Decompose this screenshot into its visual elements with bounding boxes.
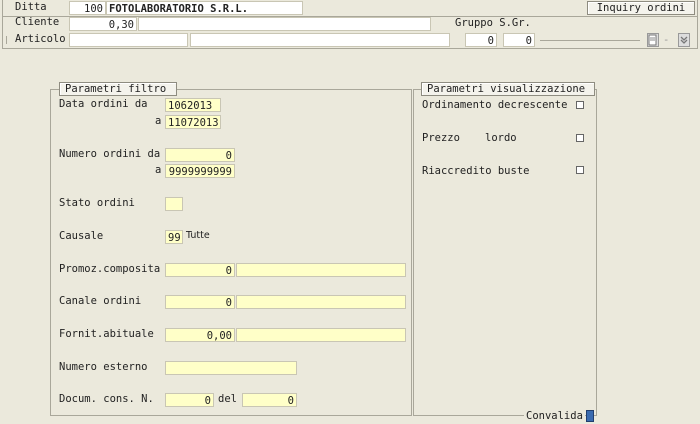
data-da-field[interactable]: 1062013 <box>165 98 221 112</box>
del-date-field[interactable]: 0 <box>242 393 297 407</box>
cliente-label: Cliente <box>15 16 60 28</box>
stato-ordini-label: Stato ordini <box>59 197 135 209</box>
data-ordini-label: Data ordini da <box>59 98 148 110</box>
canale-ordini-label: Canale ordini <box>59 295 142 307</box>
separator-dash-icon: - <box>663 34 670 46</box>
cliente-name-field <box>138 17 431 31</box>
docum-cons-label: Docum. cons. N. <box>59 393 154 405</box>
fornit-abituale-label: Fornit.abituale <box>59 328 154 340</box>
ditta-code-field[interactable]: 100 <box>69 1 106 15</box>
convalida-label: Convalida <box>524 409 585 423</box>
numero-a-field[interactable]: 9999999999 <box>165 164 235 178</box>
convalida-button[interactable] <box>586 410 594 422</box>
ditta-name-field: FOTOLABORATORIO S.R.L. <box>106 1 303 15</box>
double-chevron-down-icon[interactable] <box>678 33 690 47</box>
ordinamento-checkbox[interactable] <box>576 101 584 109</box>
promoz-composita-field[interactable]: 0 <box>165 263 235 277</box>
gruppo-label: Gruppo S.Gr. <box>455 17 531 29</box>
prezzo-label: Prezzo <box>422 132 460 144</box>
numero-esterno-field[interactable] <box>165 361 297 375</box>
numero-a-label: a <box>155 164 162 176</box>
causale-field[interactable]: 99 <box>165 230 183 244</box>
articolo-code-field[interactable] <box>69 33 188 47</box>
gruppo-field[interactable]: 0 <box>465 33 497 47</box>
promoz-composita-label: Promoz.composita <box>59 263 161 275</box>
filter-panel-title: Parametri filtro <box>59 82 177 96</box>
ditta-label: Ditta <box>15 1 47 13</box>
inquiry-ordini-button[interactable]: Inquiry ordini <box>587 1 695 15</box>
document-icon[interactable] <box>647 33 659 47</box>
riaccredito-checkbox[interactable] <box>576 166 584 174</box>
promoz-composita-desc <box>236 263 406 277</box>
docum-cons-field[interactable]: 0 <box>165 393 214 407</box>
canale-ordini-desc <box>236 295 406 309</box>
del-label: del <box>218 393 237 405</box>
articolo-desc-field <box>190 33 450 47</box>
data-a-field[interactable]: 11072013 <box>165 115 221 129</box>
numero-da-field[interactable]: 0 <box>165 148 235 162</box>
numero-ordini-label: Numero ordini da <box>59 148 161 160</box>
causale-label: Causale <box>59 230 104 242</box>
data-a-label: a <box>155 115 162 127</box>
fornit-abituale-desc <box>236 328 406 342</box>
prezzo-lordo-checkbox[interactable] <box>576 134 584 142</box>
display-panel-title: Parametri visualizzazione <box>421 82 595 96</box>
riaccredito-label: Riaccredito buste <box>422 165 530 177</box>
stato-ordini-field[interactable] <box>165 197 183 211</box>
fornit-abituale-field[interactable]: 0,00 <box>165 328 235 342</box>
articolo-label: Articolo <box>15 33 66 45</box>
ordinamento-label: Ordinamento decrescente <box>422 99 568 111</box>
causale-desc: Tutte <box>186 230 210 241</box>
cliente-code-field[interactable]: 0,30 <box>69 17 137 31</box>
canale-ordini-field[interactable]: 0 <box>165 295 235 309</box>
sottogruppo-field[interactable]: 0 <box>503 33 535 47</box>
numero-esterno-label: Numero esterno <box>59 361 148 373</box>
lordo-label: lordo <box>485 132 517 144</box>
